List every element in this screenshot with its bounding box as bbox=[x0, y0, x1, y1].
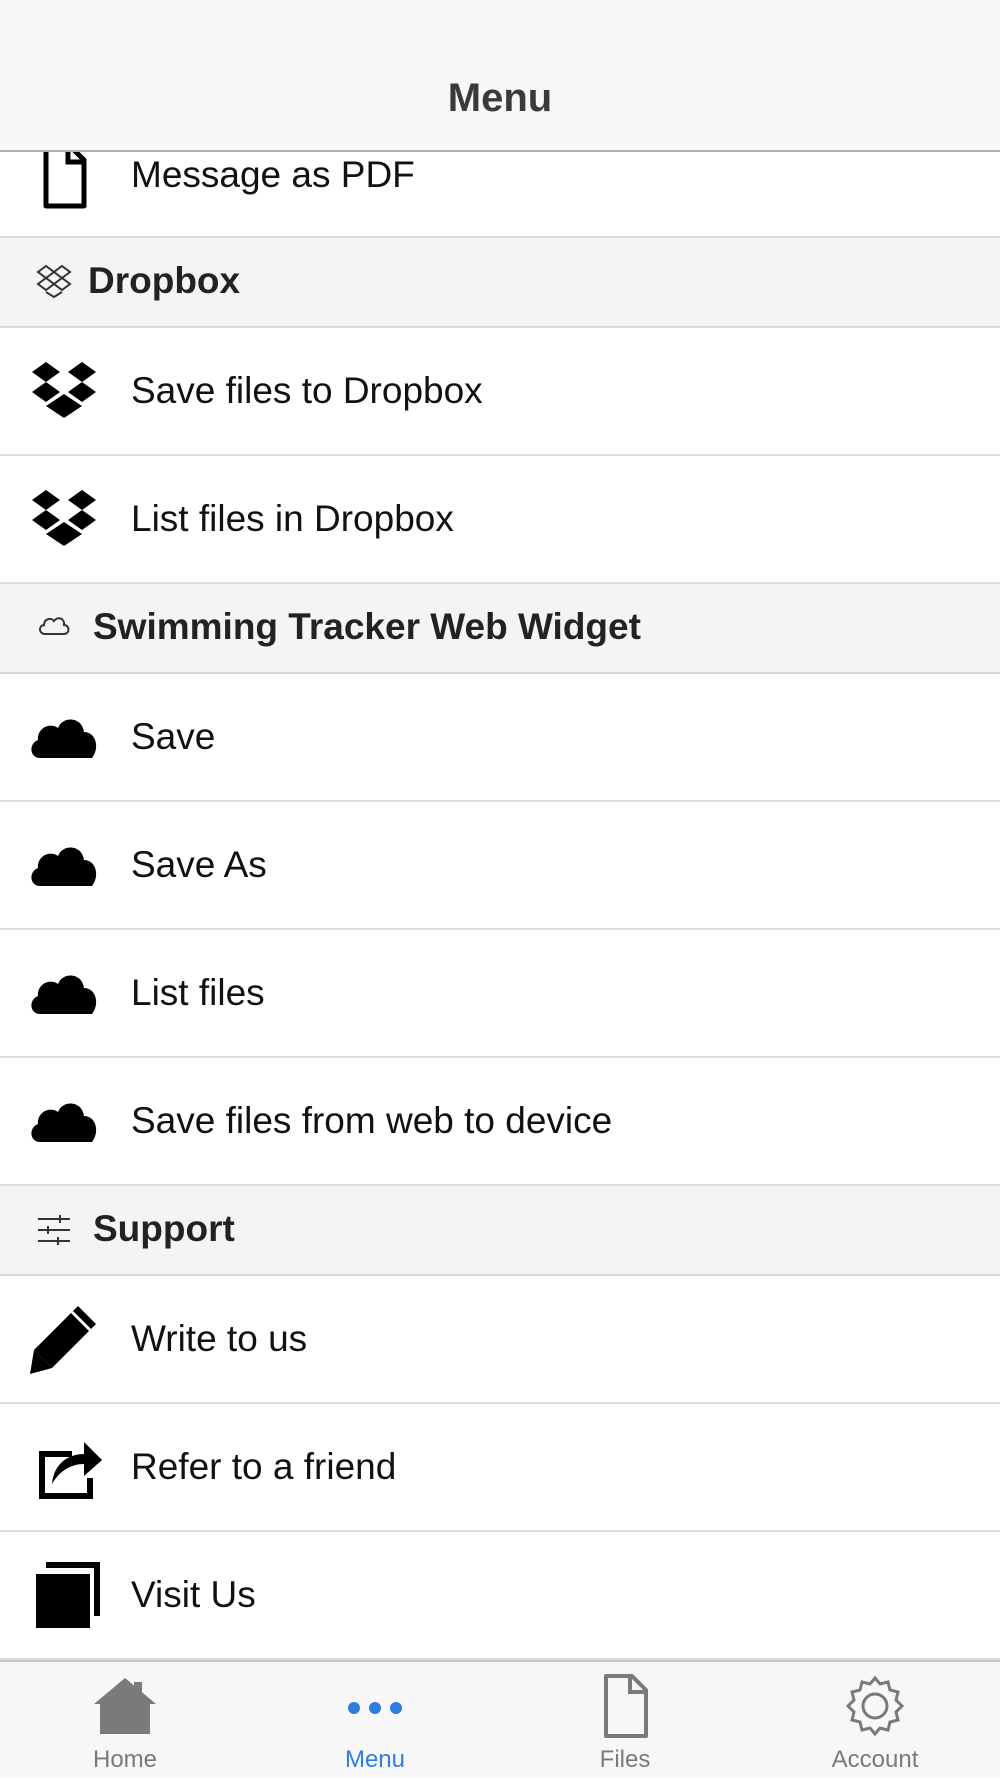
write-to-us-row[interactable]: Write to us bbox=[0, 1276, 1000, 1404]
sliders-icon bbox=[36, 1212, 72, 1248]
save-files-to-dropbox-row[interactable]: Save files to Dropbox bbox=[0, 328, 1000, 456]
dropbox-icon bbox=[28, 484, 100, 556]
copy-icon bbox=[32, 1560, 104, 1632]
save-files-from-web-row[interactable]: Save files from web to device bbox=[0, 1058, 1000, 1186]
more-dots-icon bbox=[340, 1674, 410, 1738]
pencil-icon bbox=[28, 1302, 100, 1374]
gear-icon bbox=[840, 1674, 910, 1738]
section-title-dropbox: Dropbox bbox=[88, 260, 241, 301]
section-header-dropbox: Dropbox bbox=[0, 238, 1000, 328]
save-row[interactable]: Save bbox=[0, 674, 1000, 802]
list-files-row[interactable]: List files bbox=[0, 930, 1000, 1058]
save-files-from-web-label: Save files from web to device bbox=[131, 1100, 613, 1141]
tab-home-label: Home bbox=[92, 1746, 158, 1773]
save-files-to-dropbox-label: Save files to Dropbox bbox=[131, 370, 483, 411]
cloud-icon bbox=[28, 702, 100, 774]
message-as-pdf-row[interactable]: Message as PDF bbox=[0, 152, 1000, 238]
cloud-icon bbox=[28, 830, 100, 902]
menu-list[interactable]: Message as PDF Dropbox Save files to Dro… bbox=[0, 152, 1000, 1660]
cloud-outline-icon bbox=[36, 608, 72, 644]
message-as-pdf-label: Message as PDF bbox=[131, 154, 415, 195]
tab-menu[interactable]: Menu bbox=[250, 1662, 500, 1780]
tab-menu-label: Menu bbox=[344, 1746, 406, 1773]
page-title: Menu bbox=[447, 76, 553, 120]
save-as-row[interactable]: Save As bbox=[0, 802, 1000, 930]
tab-bar: Home Menu Files Account bbox=[0, 1660, 1000, 1778]
section-title-support: Support bbox=[93, 1208, 235, 1249]
list-files-in-dropbox-label: List files in Dropbox bbox=[131, 498, 454, 539]
section-header-web-widget: Swimming Tracker Web Widget bbox=[0, 584, 1000, 674]
tab-account[interactable]: Account bbox=[750, 1662, 1000, 1780]
list-files-label: List files bbox=[131, 972, 265, 1013]
write-to-us-label: Write to us bbox=[131, 1318, 308, 1359]
dropbox-icon bbox=[28, 356, 100, 428]
section-title-web-widget: Swimming Tracker Web Widget bbox=[93, 606, 641, 647]
refer-friend-label: Refer to a friend bbox=[131, 1446, 397, 1487]
nav-bar: Menu bbox=[0, 0, 1000, 152]
share-icon bbox=[32, 1432, 104, 1504]
cloud-icon bbox=[28, 958, 100, 1030]
refer-friend-row[interactable]: Refer to a friend bbox=[0, 1404, 1000, 1532]
tab-files-label: Files bbox=[599, 1746, 651, 1773]
home-icon bbox=[90, 1674, 160, 1738]
cloud-icon bbox=[28, 1086, 100, 1158]
section-header-support: Support bbox=[0, 1186, 1000, 1276]
dropbox-outline-icon bbox=[36, 262, 72, 298]
save-label: Save bbox=[131, 716, 216, 757]
tab-files[interactable]: Files bbox=[500, 1662, 750, 1780]
list-files-in-dropbox-row[interactable]: List files in Dropbox bbox=[0, 456, 1000, 584]
visit-us-row[interactable]: Visit Us bbox=[0, 1532, 1000, 1660]
save-as-label: Save As bbox=[131, 844, 267, 885]
tab-home[interactable]: Home bbox=[0, 1662, 250, 1780]
tab-account-label: Account bbox=[831, 1746, 919, 1773]
visit-us-label: Visit Us bbox=[131, 1574, 256, 1615]
file-icon bbox=[590, 1674, 660, 1738]
document-icon bbox=[28, 152, 100, 214]
